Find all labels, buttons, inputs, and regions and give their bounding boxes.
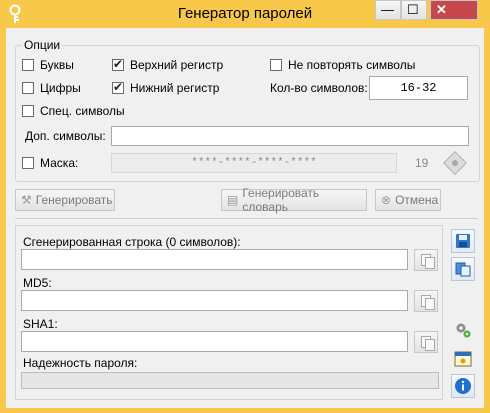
maximize-button[interactable]: ☐	[401, 0, 427, 20]
digits-label: Цифры	[40, 81, 81, 95]
extra-symbols-label: Доп. символы:	[25, 129, 106, 143]
md5-label: MD5:	[23, 276, 52, 290]
paste-icon	[455, 262, 471, 277]
window-frame-right	[484, 28, 490, 413]
options-legend: Опции	[22, 38, 63, 52]
info-button[interactable]	[451, 374, 475, 398]
divider	[15, 218, 478, 219]
strength-label: Надежность пароля:	[23, 356, 138, 370]
mask-apply-button[interactable]	[442, 150, 468, 176]
info-icon	[455, 378, 471, 394]
uppercase-checkbox[interactable]	[112, 57, 124, 71]
mask-input[interactable]: ****-****-****-****	[111, 153, 397, 173]
generated-string-label: Сгенерированная строка (0 символов):	[23, 235, 241, 249]
close-button[interactable]: ✕	[430, 0, 478, 20]
strength-progress-bar	[21, 372, 439, 389]
title-bar: Генератор паролей — ☐ ✕	[0, 0, 490, 28]
lowercase-checkbox[interactable]	[112, 80, 124, 94]
generate-dictionary-label: Генерировать словарь	[242, 186, 320, 214]
save-icon	[456, 234, 470, 248]
calendar-button[interactable]	[451, 346, 475, 370]
mask-label: Маска:	[40, 156, 79, 170]
wand-icon: ⚒	[21, 193, 32, 207]
copy-md5-button[interactable]	[414, 290, 438, 312]
document-icon: ▤	[227, 193, 239, 207]
length-input[interactable]: 16-32	[369, 76, 468, 100]
generate-button-label: Генерировать	[35, 193, 113, 207]
extra-symbols-input[interactable]	[111, 126, 469, 146]
mask-length-count: 19	[415, 156, 429, 170]
no-repeat-checkbox[interactable]	[270, 59, 282, 71]
length-label: Кол-во символов:	[270, 81, 368, 95]
digits-checkbox[interactable]	[22, 82, 34, 94]
generated-string-field[interactable]	[21, 249, 408, 270]
minimize-button[interactable]: —	[375, 0, 401, 20]
mask-checkbox[interactable]	[22, 157, 34, 169]
no-repeat-label: Не повторять символы	[288, 58, 416, 72]
letters-label: Буквы	[40, 58, 74, 72]
copy-sha1-button[interactable]	[414, 331, 438, 353]
window-frame-bottom	[0, 408, 490, 413]
settings-icon	[456, 323, 471, 338]
md5-field[interactable]	[21, 290, 408, 311]
paste-button[interactable]	[451, 257, 475, 281]
password-generator-window: Генератор паролей — ☐ ✕ Опции Буквы Верх…	[0, 0, 490, 413]
lowercase-label: Нижний регистр	[130, 81, 220, 95]
cancel-button[interactable]: ⊗ Отмена	[375, 189, 441, 211]
window-frame-left	[0, 28, 6, 413]
cancel-button-label: Отмена	[395, 193, 439, 207]
calendar-icon	[454, 351, 472, 367]
diamond-icon	[442, 150, 468, 176]
cancel-icon: ⊗	[381, 193, 392, 207]
sha1-label: SHA1:	[23, 317, 58, 331]
letters-checkbox[interactable]	[22, 59, 34, 71]
settings-button[interactable]	[451, 318, 475, 342]
copy-generated-button[interactable]	[414, 249, 438, 271]
special-checkbox[interactable]	[22, 105, 34, 117]
generate-button[interactable]: ⚒ Генерировать	[15, 189, 115, 211]
sha1-field[interactable]	[21, 331, 408, 352]
save-button[interactable]	[451, 229, 475, 253]
special-label: Спец. символы	[40, 104, 125, 118]
uppercase-label: Верхний регистр	[130, 58, 224, 72]
generate-dictionary-button[interactable]: ▤ Генерировать словарь	[221, 186, 367, 214]
